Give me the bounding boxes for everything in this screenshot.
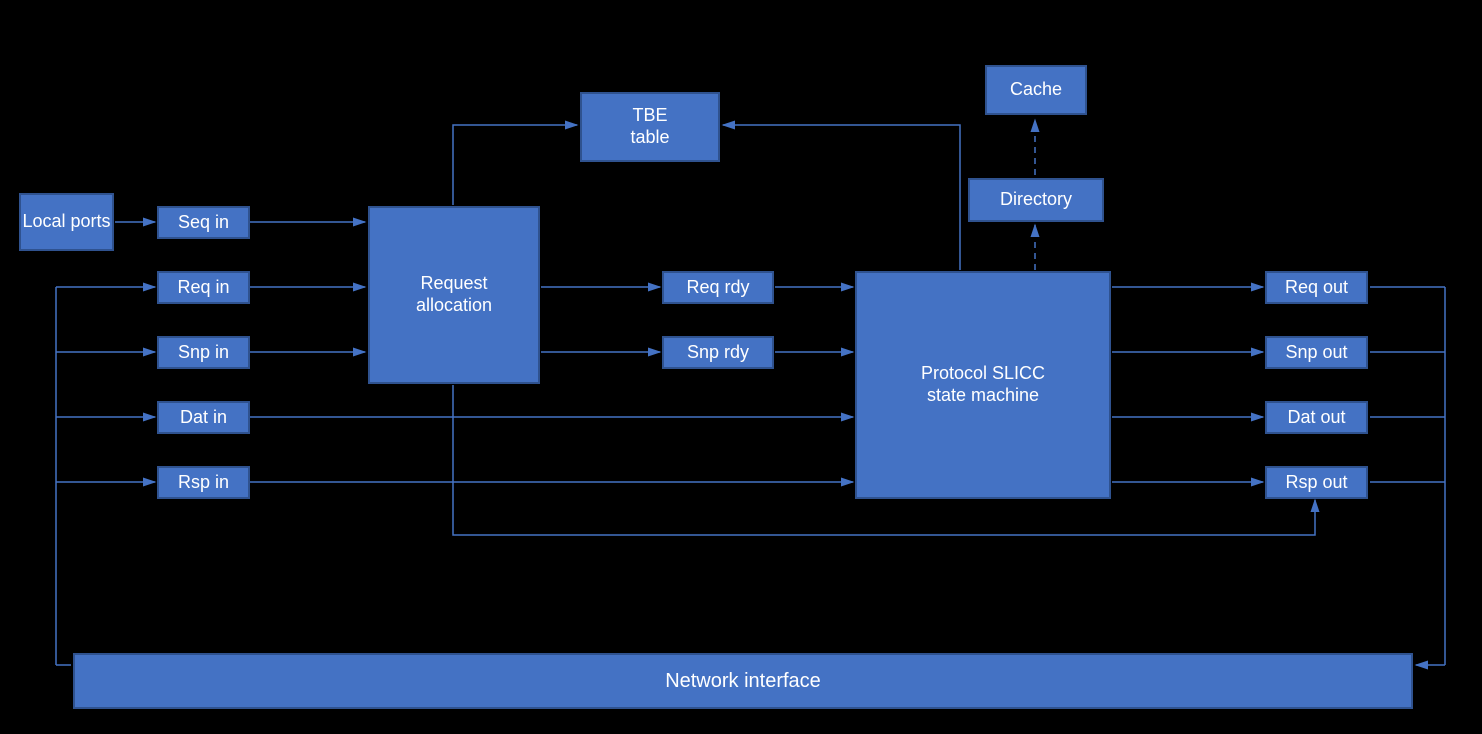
dat-out-box: Dat out [1265, 401, 1368, 434]
directory-box: Directory [968, 178, 1104, 222]
local-ports-box: Local ports [19, 193, 114, 251]
seq-in-box: Seq in [157, 206, 250, 239]
req-in-box: Req in [157, 271, 250, 304]
snp-rdy-box: Snp rdy [662, 336, 774, 369]
req-rdy-label: Req rdy [686, 277, 749, 299]
network-interface-box: Network interface [73, 653, 1413, 709]
req-rdy-box: Req rdy [662, 271, 774, 304]
request-allocation-box: Request allocation [368, 206, 540, 384]
tbe-table-box: TBE table [580, 92, 720, 162]
protocol-slicc-label: Protocol SLICC state machine [921, 363, 1045, 406]
request-allocation-label: Request allocation [416, 273, 492, 316]
snp-rdy-label: Snp rdy [687, 342, 749, 364]
directory-label: Directory [1000, 189, 1072, 211]
local-ports-label: Local ports [22, 211, 110, 233]
seq-in-label: Seq in [178, 212, 229, 234]
snp-out-box: Snp out [1265, 336, 1368, 369]
req-out-label: Req out [1285, 277, 1348, 299]
protocol-slicc-box: Protocol SLICC state machine [855, 271, 1111, 499]
rsp-in-box: Rsp in [157, 466, 250, 499]
req-out-box: Req out [1265, 271, 1368, 304]
rsp-out-label: Rsp out [1285, 472, 1347, 494]
dat-out-label: Dat out [1287, 407, 1345, 429]
dat-in-label: Dat in [180, 407, 227, 429]
snp-out-label: Snp out [1285, 342, 1347, 364]
tbe-table-label: TBE table [630, 105, 669, 148]
rsp-out-box: Rsp out [1265, 466, 1368, 499]
dat-in-box: Dat in [157, 401, 250, 434]
snp-in-box: Snp in [157, 336, 250, 369]
cache-label: Cache [1010, 79, 1062, 101]
snp-in-label: Snp in [178, 342, 229, 364]
rsp-in-label: Rsp in [178, 472, 229, 494]
req-in-label: Req in [177, 277, 229, 299]
network-interface-label: Network interface [665, 669, 821, 693]
cache-box: Cache [985, 65, 1087, 115]
